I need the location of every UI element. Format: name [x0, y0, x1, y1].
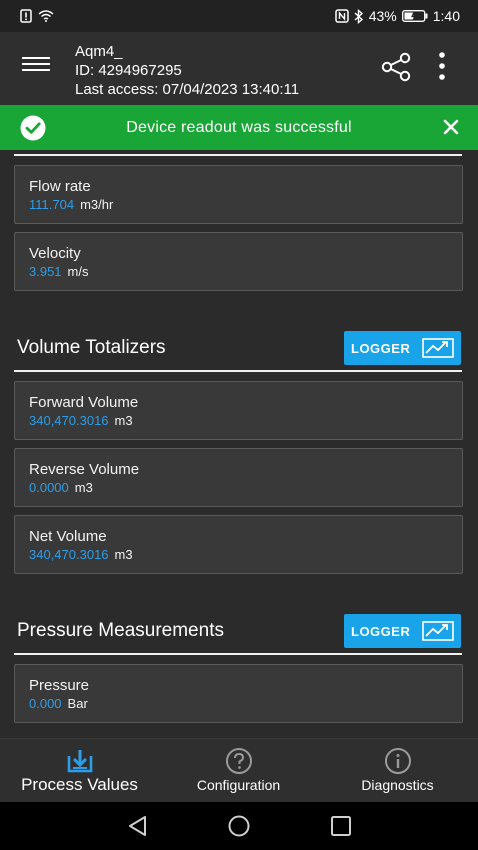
value-unit: m3	[114, 413, 133, 428]
card-value: 0.000 Bar	[29, 696, 88, 711]
card-title: Forward Volume	[29, 394, 139, 411]
device-info: Aqm4_ ID: 4294967295 Last access: 07/04/…	[75, 42, 299, 99]
home-icon[interactable]	[227, 814, 251, 838]
system-navigation-bar	[0, 802, 478, 850]
reverse-volume-card[interactable]: Reverse Volume 0.0000 m3	[14, 448, 463, 507]
card-value: 340,470.3016 m3	[29, 413, 133, 428]
logger-label: LOGGER	[351, 623, 411, 639]
tab-configuration[interactable]: Configuration	[159, 739, 318, 803]
value-number: 340,470.3016	[29, 413, 109, 428]
section-divider	[14, 154, 462, 156]
app-bar: Aqm4_ ID: 4294967295 Last access: 07/04/…	[0, 32, 478, 105]
logger-label: LOGGER	[351, 340, 411, 356]
download-icon	[67, 750, 92, 773]
device-name: Aqm4_	[75, 43, 123, 60]
volume-totalizers-title: Volume Totalizers	[17, 337, 166, 358]
share-button[interactable]	[380, 52, 414, 82]
question-icon	[225, 748, 252, 774]
trending-up-icon	[422, 621, 454, 641]
device-id: ID: 4294967295	[75, 62, 182, 79]
nfc-icon	[334, 9, 349, 23]
card-title: Flow rate	[29, 178, 91, 195]
bottom-navigation: Process Values Configuration Diagnostics	[0, 738, 478, 802]
process-values-content[interactable]: Flow rate 111.704 m3/hr Velocity 3.951 m/s…	[0, 150, 478, 738]
back-icon[interactable]	[126, 814, 150, 838]
value-number: 0.000	[29, 696, 62, 711]
tab-label: Process Values	[21, 775, 138, 794]
section-divider	[14, 653, 462, 655]
notification-icon	[20, 9, 32, 23]
menu-button[interactable]	[22, 53, 50, 75]
info-icon	[384, 748, 411, 774]
recents-icon[interactable]	[329, 814, 353, 838]
card-value: 0.0000 m3	[29, 480, 93, 495]
value-unit: m3/hr	[80, 197, 114, 212]
bluetooth-icon	[354, 8, 364, 24]
battery-percent: 43%	[368, 8, 397, 24]
wifi-icon	[38, 10, 54, 22]
battery-icon	[401, 10, 428, 22]
value-unit: m3	[114, 547, 133, 562]
status-bar: 43% 1:40	[0, 0, 478, 32]
menu-icon-line	[22, 63, 50, 65]
value-number: 340,470.3016	[29, 547, 109, 562]
net-volume-card[interactable]: Net Volume 340,470.3016 m3	[14, 515, 463, 574]
menu-icon-line	[22, 69, 50, 71]
value-number: 0.0000	[29, 480, 69, 495]
forward-volume-card[interactable]: Forward Volume 340,470.3016 m3	[14, 381, 463, 440]
pressure-logger-button[interactable]: LOGGER	[344, 614, 461, 648]
pressure-card[interactable]: Pressure 0.000 Bar	[14, 664, 463, 723]
card-value: 3.951 m/s	[29, 264, 89, 279]
card-title: Velocity	[29, 245, 81, 262]
value-number: 111.704	[29, 197, 75, 212]
menu-icon	[22, 57, 50, 59]
flow-rate-card[interactable]: Flow rate 111.704 m3/hr	[14, 165, 463, 224]
clock: 1:40	[432, 8, 460, 24]
card-title: Reverse Volume	[29, 461, 140, 478]
tab-process-values[interactable]: Process Values	[0, 739, 159, 803]
value-unit: m/s	[67, 264, 89, 279]
card-title: Net Volume	[29, 528, 107, 545]
value-unit: Bar	[67, 696, 88, 711]
close-icon[interactable]	[441, 117, 461, 137]
section-divider	[14, 370, 462, 372]
volume-logger-button[interactable]: LOGGER	[344, 331, 461, 365]
value-number: 3.951	[29, 264, 62, 279]
tab-label: Configuration	[196, 777, 281, 793]
trending-up-icon	[422, 338, 454, 358]
more-vert-icon	[439, 52, 445, 80]
last-access: Last access: 07/04/2023 13:40:11	[75, 81, 300, 98]
tab-label: Diagnostics	[361, 777, 434, 793]
success-banner: Device readout was successful	[0, 105, 478, 150]
share-icon	[381, 52, 411, 82]
value-unit: m3	[74, 480, 93, 495]
card-title: Pressure	[29, 677, 90, 694]
card-value: 340,470.3016 m3	[29, 547, 133, 562]
more-options-button[interactable]	[432, 50, 452, 82]
velocity-card[interactable]: Velocity 3.951 m/s	[14, 232, 463, 291]
tab-diagnostics[interactable]: Diagnostics	[318, 739, 477, 803]
card-value: 111.704 m3/hr	[29, 197, 113, 212]
banner-message: Device readout was successful	[126, 118, 352, 136]
pressure-measurements-title: Pressure Measurements	[17, 620, 224, 641]
